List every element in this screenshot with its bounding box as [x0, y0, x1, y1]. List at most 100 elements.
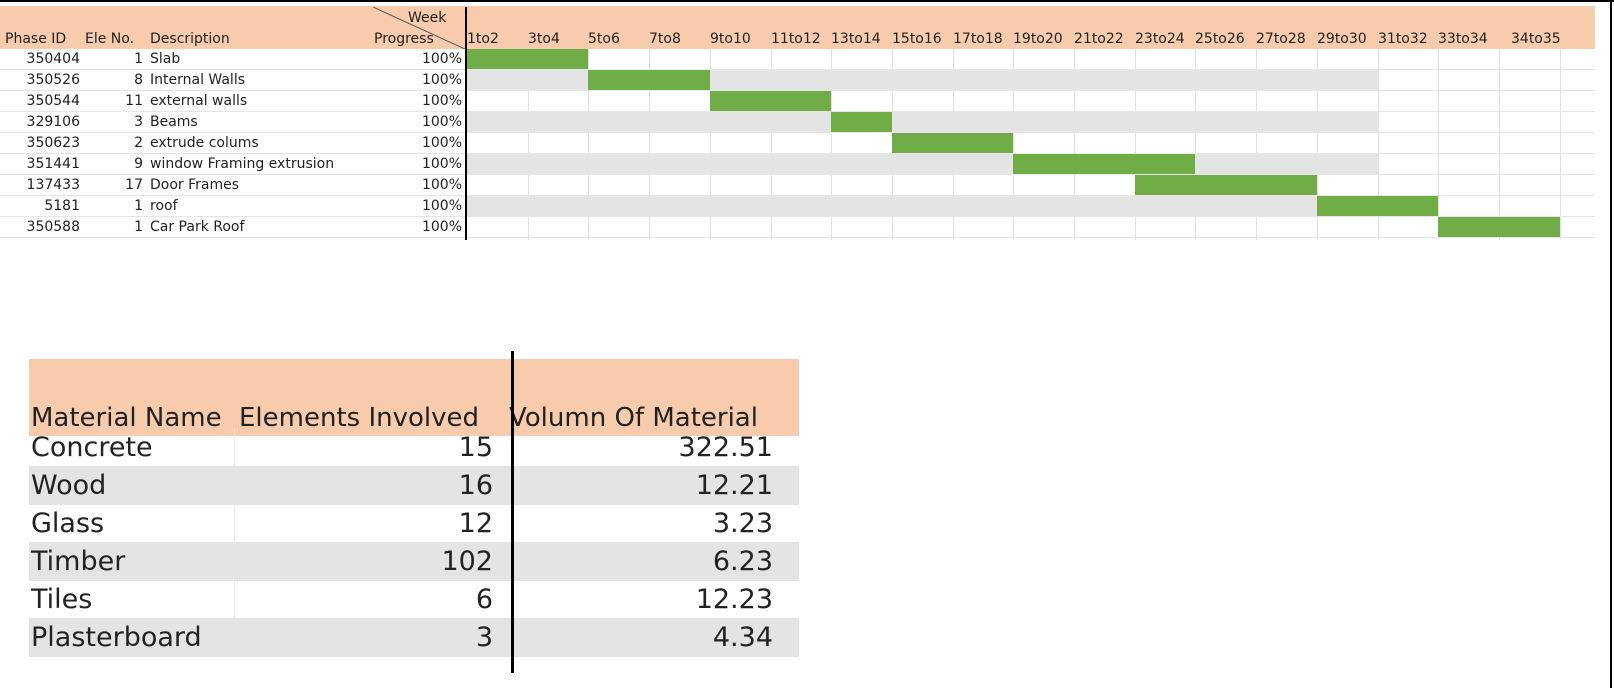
ele-no-cell: 1 [134, 219, 143, 235]
volume-of-material-cell: 4.34 [712, 622, 773, 653]
material-name-cell: Concrete [31, 432, 153, 463]
week-header-13to14: 13to14 [831, 31, 881, 47]
gantt-bar-350404 [467, 49, 588, 70]
materials-column-separator [511, 351, 514, 673]
phase-id-cell: 350623 [26, 135, 80, 151]
volume-of-material-cell: 3.23 [712, 508, 773, 539]
week-header-29to30: 29to30 [1317, 31, 1367, 47]
ele-no-cell: 8 [134, 72, 143, 88]
gantt-bar-137433 [1135, 175, 1317, 196]
description-cell: roof [150, 198, 178, 214]
header-description: Description [150, 31, 230, 47]
phase-id-cell: 350526 [26, 72, 80, 88]
gantt-chart: Phase ID Ele No. Description Progress We… [0, 0, 1614, 250]
material-row: Wood 16 12.21 [29, 466, 799, 505]
material-name-cell: Plasterboard [31, 622, 202, 653]
description-cell: Car Park Roof [150, 219, 245, 235]
progress-cell: 100% [421, 93, 462, 109]
materials-table: Material Name Elements Involved Volumn O… [29, 351, 799, 673]
progress-cell: 100% [421, 198, 462, 214]
week-header-25to26: 25to26 [1195, 31, 1245, 47]
ele-no-cell: 1 [134, 198, 143, 214]
gantt-row: 350623 2 extrude colums 100% [0, 133, 1595, 154]
week-header-23to24: 23to24 [1135, 31, 1185, 47]
phase-id-cell: 351441 [26, 156, 80, 172]
header-week: Week [408, 10, 447, 26]
gantt-row: 350404 1 Slab 100% [0, 49, 1595, 70]
gantt-bar-350544 [710, 91, 831, 112]
phase-id-cell: 5181 [44, 198, 80, 214]
gantt-bar-350623 [892, 133, 1013, 154]
volume-of-material-cell: 6.23 [712, 546, 773, 577]
gantt-row: 137433 17 Door Frames 100% [0, 175, 1595, 196]
week-header-17to18: 17to18 [953, 31, 1003, 47]
phase-id-cell: 350544 [26, 93, 80, 109]
phase-id-cell: 137433 [26, 177, 80, 193]
material-row: Concrete 15 322.51 [29, 428, 799, 467]
material-row: Tiles 6 12.23 [29, 580, 799, 619]
gantt-row: 5181 1 roof 100% [0, 196, 1595, 217]
elements-involved-cell: 15 [458, 432, 493, 463]
description-cell: external walls [150, 93, 248, 109]
material-cell-divider [234, 504, 235, 543]
phase-id-cell: 329106 [26, 114, 80, 130]
material-cell-divider [234, 428, 235, 467]
elements-involved-cell: 6 [475, 584, 493, 615]
material-row: Glass 12 3.23 [29, 504, 799, 543]
gantt-row: 329106 3 Beams 100% [0, 112, 1595, 133]
row-shade [467, 154, 1378, 175]
volume-of-material-cell: 12.21 [695, 470, 773, 501]
week-header-33to34: 33to34 [1438, 31, 1488, 47]
progress-cell: 100% [421, 114, 462, 130]
week-header-1to2: 1to2 [467, 31, 499, 47]
week-header-11to12: 11to12 [771, 31, 821, 47]
row-divider [0, 237, 1595, 238]
week-header-21to22: 21to22 [1074, 31, 1124, 47]
gantt-row: 350526 8 Internal Walls 100% [0, 70, 1595, 91]
ele-no-cell: 17 [125, 177, 143, 193]
phase-id-cell: 350404 [26, 51, 80, 67]
phase-id-cell: 350588 [26, 219, 80, 235]
week-header-15to16: 15to16 [892, 31, 942, 47]
progress-cell: 100% [421, 72, 462, 88]
material-row: Timber 102 6.23 [29, 542, 799, 581]
progress-timeline-separator [465, 7, 467, 240]
progress-cell: 100% [421, 177, 462, 193]
ele-no-cell: 3 [134, 114, 143, 130]
header-ele-no: Ele No. [85, 31, 135, 47]
progress-cell: 100% [421, 51, 462, 67]
description-cell: Slab [150, 51, 181, 67]
week-header-9to10: 9to10 [710, 31, 751, 47]
elements-involved-cell: 16 [458, 470, 493, 501]
progress-cell: 100% [421, 135, 462, 151]
gantt-row: 350544 11 external walls 100% [0, 91, 1595, 112]
elements-involved-cell: 12 [458, 508, 493, 539]
gantt-bar-350588 [1438, 217, 1560, 238]
description-cell: extrude colums [150, 135, 259, 151]
ele-no-cell: 11 [125, 93, 143, 109]
ele-no-cell: 1 [134, 51, 143, 67]
gantt-bar-329106 [831, 112, 892, 133]
material-row: Plasterboard 3 4.34 [29, 618, 799, 657]
elements-involved-cell: 102 [441, 546, 493, 577]
header-phase-id: Phase ID [5, 31, 67, 47]
header-progress: Progress [374, 31, 434, 47]
week-header-31to32: 31to32 [1378, 31, 1428, 47]
week-header-3to4: 3to4 [528, 31, 560, 47]
material-name-cell: Glass [31, 508, 105, 539]
progress-cell: 100% [421, 156, 462, 172]
material-name-cell: Wood [31, 470, 107, 501]
week-header-27to28: 27to28 [1256, 31, 1306, 47]
description-cell: Door Frames [150, 177, 240, 193]
ele-no-cell: 9 [134, 156, 143, 172]
row-shade [467, 196, 1438, 217]
material-cell-divider [234, 580, 235, 619]
week-header-5to6: 5to6 [588, 31, 620, 47]
row-shade [467, 112, 1378, 133]
week-header-7to8: 7to8 [649, 31, 681, 47]
elements-involved-cell: 3 [475, 622, 493, 653]
gantt-bar-5181 [1317, 196, 1438, 217]
description-cell: Internal Walls [150, 72, 246, 88]
gantt-row: 350588 1 Car Park Roof 100% [0, 217, 1595, 238]
volume-of-material-cell: 12.23 [695, 584, 773, 615]
